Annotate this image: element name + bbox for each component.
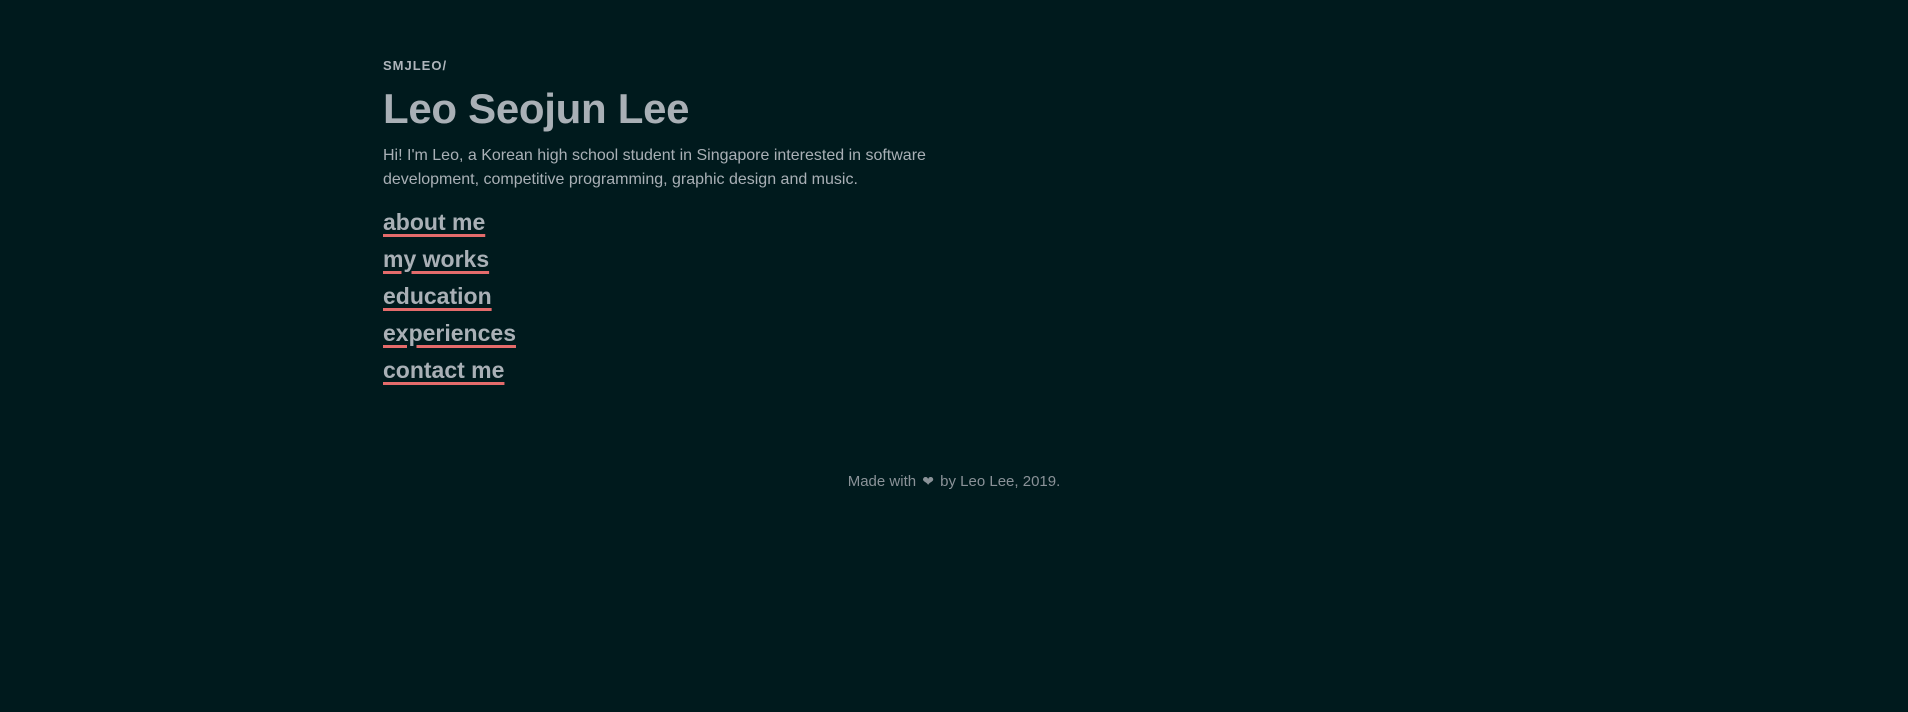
nav-item-contact: contact me — [383, 354, 943, 391]
nav-list: about me my works education experiences … — [383, 206, 943, 391]
my-works-link[interactable]: my works — [383, 246, 489, 272]
page-title: Leo Seojun Lee — [383, 85, 690, 132]
nav-item-experiences: experiences — [383, 317, 943, 354]
heart-icon: ❤ — [922, 473, 934, 489]
footer-prefix: Made with — [847, 473, 917, 490]
nav-item-works: my works — [383, 243, 943, 280]
nav-item-education: education — [383, 280, 943, 317]
intro-text: Hi! I'm Leo, a Korean high school studen… — [383, 147, 926, 188]
footer-suffix: by Leo Lee, 2019. — [940, 473, 1061, 490]
main-content: SMJLEO/ Leo Seojun Lee Hi! I'm Leo, a Ko… — [383, 56, 943, 391]
footer: Made with ❤ by Leo Lee, 2019. — [0, 470, 1908, 492]
breadcrumb: SMJLEO/ — [383, 58, 448, 73]
experiences-link[interactable]: experiences — [383, 320, 516, 346]
about-me-link[interactable]: about me — [383, 209, 485, 235]
contact-me-link[interactable]: contact me — [383, 357, 504, 383]
nav-item-about: about me — [383, 206, 943, 243]
education-link[interactable]: education — [383, 283, 492, 309]
